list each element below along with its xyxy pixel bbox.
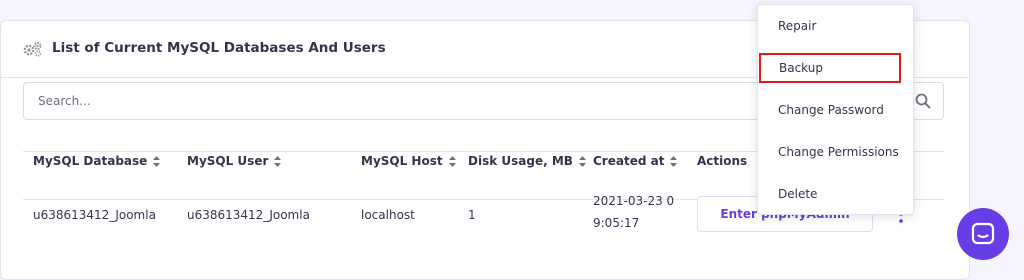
menu-item-repair[interactable]: Repair [758,5,913,47]
cell-disk-usage: 1 [468,208,476,222]
sort-icon[interactable] [153,155,161,167]
column-header-user[interactable]: MySQL User [187,154,282,168]
cell-database: u638613412_Joomla [33,208,156,222]
chat-button[interactable] [957,208,1009,260]
column-header-label: MySQL User [187,154,269,168]
menu-item-backup[interactable]: Backup [759,53,901,83]
sort-icon[interactable] [448,155,456,167]
column-header-label: MySQL Host [361,154,443,168]
column-header-label: MySQL Database [33,154,148,168]
card-title: List of Current MySQL Databases And User… [52,40,386,56]
menu-item-delete[interactable]: Delete [758,173,913,215]
column-header-actions: Actions [697,154,747,168]
cell-created-at: 2021-03-23 09:05:17 [593,194,675,230]
sort-icon[interactable] [274,155,282,167]
sort-icon[interactable] [578,155,586,167]
chat-icon [971,222,995,245]
column-header-created-at[interactable]: Created at [593,154,678,168]
menu-item-change-password[interactable]: Change Password [758,89,913,131]
column-header-label: Actions [697,154,748,168]
column-header-disk-usage[interactable]: Disk Usage, MB [468,154,586,168]
column-header-host[interactable]: MySQL Host [361,154,456,168]
column-header-label: Disk Usage, MB [468,154,573,168]
cell-user: u638613412_Joomla [187,208,310,222]
search-icon[interactable] [915,93,931,109]
gears-icon [23,42,42,57]
column-header-database[interactable]: MySQL Database [33,154,161,168]
actions-dropdown-menu: Repair Backup Change Password Change Per… [757,4,914,215]
column-header-label: Created at [593,154,665,168]
menu-item-change-permissions[interactable]: Change Permissions [758,131,913,173]
sort-icon[interactable] [670,155,678,167]
cell-host: localhost [361,208,415,222]
